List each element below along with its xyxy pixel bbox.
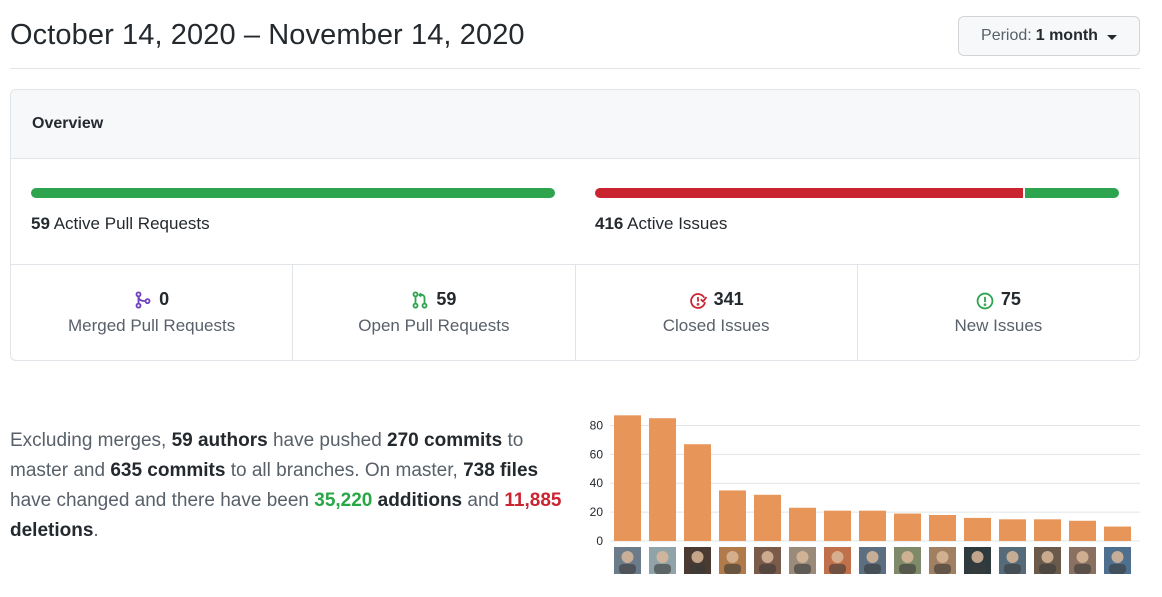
y-tick-label: 40 <box>590 476 604 490</box>
commit-bar[interactable] <box>789 507 816 541</box>
avatar[interactable] <box>929 547 956 574</box>
issues-progress-bar[interactable] <box>595 188 1119 198</box>
stat-new-issues[interactable]: 75 New Issues <box>858 265 1139 360</box>
page-header: October 14, 2020 – November 14, 2020 Per… <box>10 0 1140 69</box>
merged-pull-requests-label: Merged Pull Requests <box>67 316 236 335</box>
active-issues-label: Active Issues <box>627 214 728 233</box>
closed-issues-label: Closed Issues <box>662 316 770 335</box>
closed-issues-count: 341 <box>713 289 744 309</box>
date-range-title: October 14, 2020 – November 14, 2020 <box>10 19 525 51</box>
avatar[interactable] <box>614 547 641 574</box>
commits-all-count: 635 commits <box>110 460 226 481</box>
commit-bar[interactable] <box>754 494 781 541</box>
active-issues-count: 416 <box>595 214 624 233</box>
contributors-commit-chart: 0 20 40 60 80 <box>590 415 1140 574</box>
y-tick-label: 0 <box>596 534 603 548</box>
overview-header: Overview <box>11 90 1139 159</box>
period-label: Period: <box>981 27 1032 44</box>
deletions-count: 11,885 <box>504 490 562 511</box>
new-issues-segment <box>1024 188 1119 198</box>
pull-requests-progress-bar[interactable] <box>31 188 555 198</box>
closed-issues-segment <box>595 188 1023 198</box>
avatar[interactable] <box>1069 547 1096 574</box>
deletions-word: deletions <box>10 520 94 541</box>
y-tick-label: 60 <box>590 447 604 461</box>
avatar[interactable] <box>824 547 851 574</box>
y-tick-label: 20 <box>590 505 604 519</box>
commit-summary: Excluding merges, 59 authors have pushed… <box>10 426 570 546</box>
period-value: 1 month <box>1035 27 1098 44</box>
avatar[interactable] <box>754 547 781 574</box>
commit-bar[interactable] <box>1034 519 1061 541</box>
avatar[interactable] <box>999 547 1026 574</box>
summary-text-1: Excluding merges, <box>10 430 172 451</box>
activity-bars: 59 Active Pull Requests 416 Active Issue… <box>11 159 1139 265</box>
overview-panel: Overview 59 Active Pull Requests 416 Act… <box>10 89 1140 361</box>
commit-bar[interactable] <box>719 490 746 541</box>
summary-text-4: to all branches. On master, <box>225 460 464 481</box>
avatar[interactable] <box>649 547 676 574</box>
avatar[interactable] <box>1104 547 1131 574</box>
new-issues-count: 75 <box>1000 289 1021 309</box>
commit-bar[interactable] <box>684 444 711 541</box>
commit-bar[interactable] <box>894 513 921 541</box>
avatar[interactable] <box>859 547 886 574</box>
avatar[interactable] <box>684 547 711 574</box>
additions-word: additions <box>372 490 463 511</box>
summary-text-6: and <box>462 490 505 511</box>
summary-text-2: have pushed <box>267 430 388 451</box>
summary-text-5: have changed and there have been <box>10 490 315 511</box>
git-pull-request-icon <box>411 290 429 309</box>
active-pull-requests-count: 59 <box>31 214 50 233</box>
stat-open-pull-requests[interactable]: 59 Open Pull Requests <box>293 265 576 360</box>
commit-bar[interactable] <box>929 515 956 541</box>
stat-merged-pull-requests[interactable]: 0 Merged Pull Requests <box>11 265 294 360</box>
active-pull-requests-summary[interactable]: 59 Active Pull Requests <box>31 214 210 234</box>
commit-bar[interactable] <box>1104 526 1131 541</box>
commit-bar[interactable] <box>649 418 676 541</box>
avatar[interactable] <box>894 547 921 574</box>
commit-bar[interactable] <box>964 517 991 541</box>
commit-bar[interactable] <box>859 510 886 541</box>
overview-title: Overview <box>32 115 104 132</box>
issue-opened-icon <box>976 291 994 309</box>
open-pull-requests-count: 59 <box>436 289 457 309</box>
authors-count: 59 authors <box>171 430 268 451</box>
commit-bar[interactable] <box>1069 520 1096 541</box>
active-pull-requests-label: Active Pull Requests <box>53 214 210 233</box>
merged-pull-requests-count: 0 <box>159 289 170 309</box>
avatar[interactable] <box>789 547 816 574</box>
files-changed-count: 738 files <box>463 460 539 481</box>
issue-closed-icon <box>689 291 707 309</box>
stat-closed-issues[interactable]: 341 Closed Issues <box>576 265 858 360</box>
active-issues-summary[interactable]: 416 Active Issues <box>595 214 727 234</box>
avatar[interactable] <box>964 547 991 574</box>
commits-master-count: 270 commits <box>387 430 503 451</box>
git-merge-icon <box>134 290 152 309</box>
stats-row: 0 Merged Pull Requests 59 Open Pull Requ… <box>11 265 1139 360</box>
open-pull-requests-label: Open Pull Requests <box>358 316 510 335</box>
period-dropdown-button[interactable]: Period: 1 month <box>958 16 1140 56</box>
commit-bar[interactable] <box>999 519 1026 541</box>
new-issues-label: New Issues <box>954 316 1043 335</box>
commit-bar[interactable] <box>614 415 641 541</box>
additions-count: 35,220 <box>314 490 373 511</box>
summary-text-7: . <box>93 520 99 541</box>
avatar[interactable] <box>1034 547 1061 574</box>
avatar[interactable] <box>719 547 746 574</box>
commit-bar[interactable] <box>824 510 851 541</box>
caret-down-icon <box>1106 34 1117 40</box>
open-pull-requests-segment <box>31 188 555 198</box>
y-tick-label: 80 <box>590 418 604 432</box>
